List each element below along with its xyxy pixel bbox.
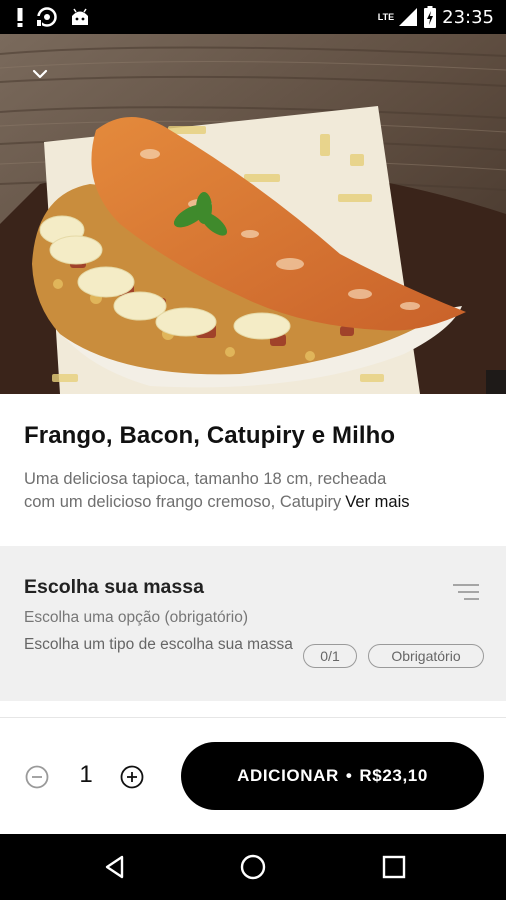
back-icon[interactable] (101, 853, 129, 881)
decrease-quantity-button[interactable] (25, 765, 49, 789)
add-button-label: ADICIONAR (237, 766, 339, 785)
required-badge: Obrigatório (368, 644, 484, 668)
product-info: Frango, Bacon, Catupiry e Milho Uma deli… (0, 394, 506, 546)
network-type: LTE (377, 11, 395, 22)
selection-count-badge: 0/1 (303, 644, 357, 668)
android-icon (72, 8, 88, 25)
see-more-link[interactable]: Ver mais (345, 491, 409, 514)
quantity-value: 1 (79, 761, 93, 788)
collapse-button[interactable] (26, 60, 54, 88)
action-bar: 1 ADICIONAR • R$23,10 (0, 718, 506, 834)
status-bar-left (0, 7, 90, 27)
choice-group-title: Escolha sua massa (24, 576, 204, 598)
sync-icon (36, 7, 57, 27)
product-image (0, 34, 506, 394)
clock: 23:35 (442, 6, 494, 28)
alert-icon (17, 8, 23, 27)
status-bar: LTE 23:35 (0, 0, 506, 34)
home-icon[interactable] (239, 853, 267, 881)
status-bar-right: LTE 23:35 (378, 6, 506, 28)
recents-icon[interactable] (380, 853, 408, 881)
description-line-1: Uma deliciosa tapioca, tamanho 18 cm, re… (24, 470, 387, 488)
filter-icon (453, 584, 479, 600)
choice-group-requirement: Escolha uma opção (obrigatório) (24, 609, 249, 626)
add-to-cart-button[interactable]: ADICIONAR • R$23,10 (181, 742, 484, 810)
product-description: Uma deliciosa tapioca, tamanho 18 cm, re… (24, 468, 484, 514)
signal-icon (399, 8, 418, 26)
add-button-price: R$23,10 (359, 766, 428, 785)
navigation-bar (0, 834, 506, 900)
add-button-separator: • (345, 766, 353, 785)
tapioca-illustration (0, 34, 506, 394)
choice-group: Escolha sua massa Escolha uma opção (obr… (0, 546, 506, 701)
chevron-down-icon (32, 69, 48, 79)
description-line-2-row: com um delicioso frango cremoso, Catupir… (24, 491, 484, 514)
product-title: Frango, Bacon, Catupiry e Milho (24, 422, 396, 449)
battery-icon (424, 6, 437, 28)
description-line-2: com um delicioso frango cremoso, Catupir… (24, 493, 342, 511)
increase-quantity-button[interactable] (120, 765, 144, 789)
choice-group-description: Escolha um tipo de escolha sua massa (24, 636, 293, 653)
